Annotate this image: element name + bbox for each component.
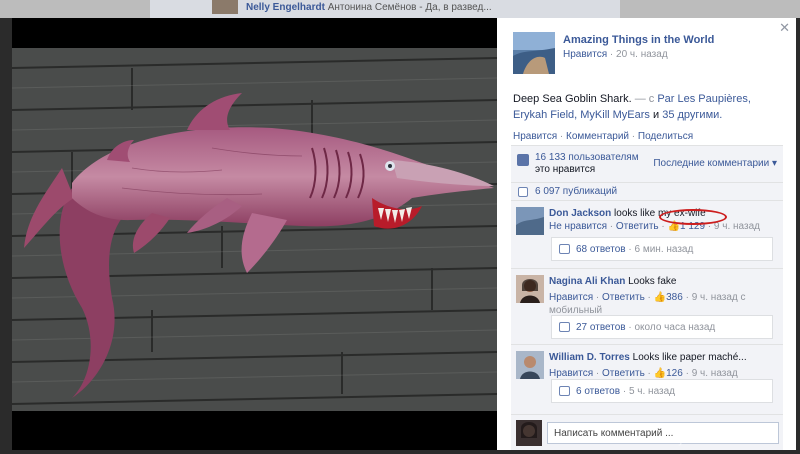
likes-summary: 16 133 пользователям это нравится Послед… [511,152,783,180]
comment-item: William D. Torres Looks like paper maché… [511,344,783,414]
post-actions: Нравится · Комментарий · Поделиться [513,131,694,142]
tagged-others-link[interactable]: 35 другими. [662,109,722,121]
page-avatar[interactable] [513,32,555,74]
comment-item: Don Jackson looks like my ex-wife Не нра… [511,200,783,268]
comment-time: 9 ч. назад [691,368,738,379]
comment-body: Don Jackson looks like my ex-wife Не нра… [549,207,779,233]
comment-item: Nagina Ali Khan Looks fake Нравится · От… [511,268,783,344]
avatar-image [516,420,542,446]
replies-count[interactable]: 68 ответов [576,244,626,255]
reply-icon [559,322,570,332]
likes-suffix: это нравится [535,164,596,175]
comment-likes-count[interactable]: 👍386 [654,292,683,303]
like-action[interactable]: Нравится [513,131,557,142]
comment-time: 9 ч. назад [713,221,760,232]
goblin-shark-photo[interactable] [12,48,497,411]
replies-time: 6 мин. назад [634,244,694,255]
comment-like-link[interactable]: Нравится [549,292,593,303]
replies-link[interactable]: 6 ответов · 5 ч. назад [551,379,773,403]
comment-author-link[interactable]: William D. Torres [549,352,630,363]
share-action[interactable]: Поделиться [638,131,693,142]
comment-meta: Не нравится · Ответить · 👍1 129 · 9 ч. н… [549,221,760,232]
comment-body: William D. Torres Looks like paper maché… [549,351,779,380]
replies-count[interactable]: 27 ответов [576,322,626,333]
caption-title: Deep Sea Goblin Shark. [513,93,632,105]
comment-reply-link[interactable]: Ответить [616,221,659,232]
page-like-link[interactable]: Нравится [563,49,607,60]
replies-time: 5 ч. назад [628,386,675,397]
comment-composer [511,414,783,450]
page-meta: Нравится · 20 ч. назад [563,49,668,60]
commenter-avatar[interactable] [516,275,544,303]
likes-count-link[interactable]: 16 133 пользователям [535,152,639,163]
photo-stage [12,18,497,450]
likes-text: 16 133 пользователям это нравится [535,152,655,176]
replies-text: 68 ответов · 6 мин. назад [576,244,694,255]
avatar-image [516,351,544,379]
avatar-image [516,275,544,303]
thumbs-up-icon [517,154,529,166]
comment-text: Looks like paper maché... [632,352,747,363]
page-avatar-image [513,32,555,74]
comment-sort-dropdown[interactable]: Последние комментарии ▾ [653,158,777,169]
red-highlight-ellipse [659,209,727,225]
post-caption: Deep Sea Goblin Shark. — с Par Les Paupi… [513,91,783,123]
comment-likes-count[interactable]: 👍126 [654,368,683,379]
background-avatar [212,0,238,14]
caption-and: и [652,109,660,121]
reply-icon [559,386,570,396]
comment-meta: Нравится · Ответить · 👍386 · 9 ч. назад … [549,292,746,316]
background-feed-strip: Nelly Engelhardt Антонина Семёнов - Да, … [0,0,800,18]
replies-count[interactable]: 6 ответов [576,386,620,397]
replies-link[interactable]: 68 ответов · 6 мин. назад [551,237,773,261]
comment-reply-link[interactable]: Ответить [602,292,645,303]
commenter-avatar[interactable] [516,207,544,235]
replies-text: 6 ответов · 5 ч. назад [576,386,675,397]
comment-reply-link[interactable]: Ответить [602,368,645,379]
commenter-avatar[interactable] [516,351,544,379]
photo-sidebar: ✕ Amazing Things in the World Нравится ·… [497,18,796,450]
comment-author-link[interactable]: Nagina Ali Khan [549,276,625,287]
replies-link[interactable]: 27 ответов · около часа назад [551,315,773,339]
comment-action[interactable]: Комментарий [566,131,629,142]
comment-like-link[interactable]: Нравится [549,368,593,379]
comment-like-link[interactable]: Не нравится [549,221,607,232]
background-feed-text: Nelly Engelhardt Антонина Семёнов - Да, … [246,2,492,13]
shares-count-link[interactable]: 6 097 публикаций [535,186,617,197]
user-avatar [516,420,542,446]
shares-summary: 6 097 публикаций [511,182,783,200]
replies-time: около часа назад [634,322,716,333]
comment-author-link[interactable]: Don Jackson [549,208,611,219]
feedback-section: 16 133 пользователям это нравится Послед… [511,145,783,450]
comment-body: Nagina Ali Khan Looks fake Нравится · От… [549,275,779,317]
share-icon [518,187,528,197]
replies-text: 27 ответов · около часа назад [576,322,716,333]
page-name-link[interactable]: Amazing Things in the World [563,34,714,46]
reply-icon [559,244,570,254]
comment-input[interactable] [547,422,779,444]
post-time: 20 ч. назад [616,49,668,60]
caption-with: — с [634,93,655,105]
comment-text: Looks fake [628,276,677,287]
avatar-image [516,207,544,235]
close-icon[interactable]: ✕ [779,20,790,36]
